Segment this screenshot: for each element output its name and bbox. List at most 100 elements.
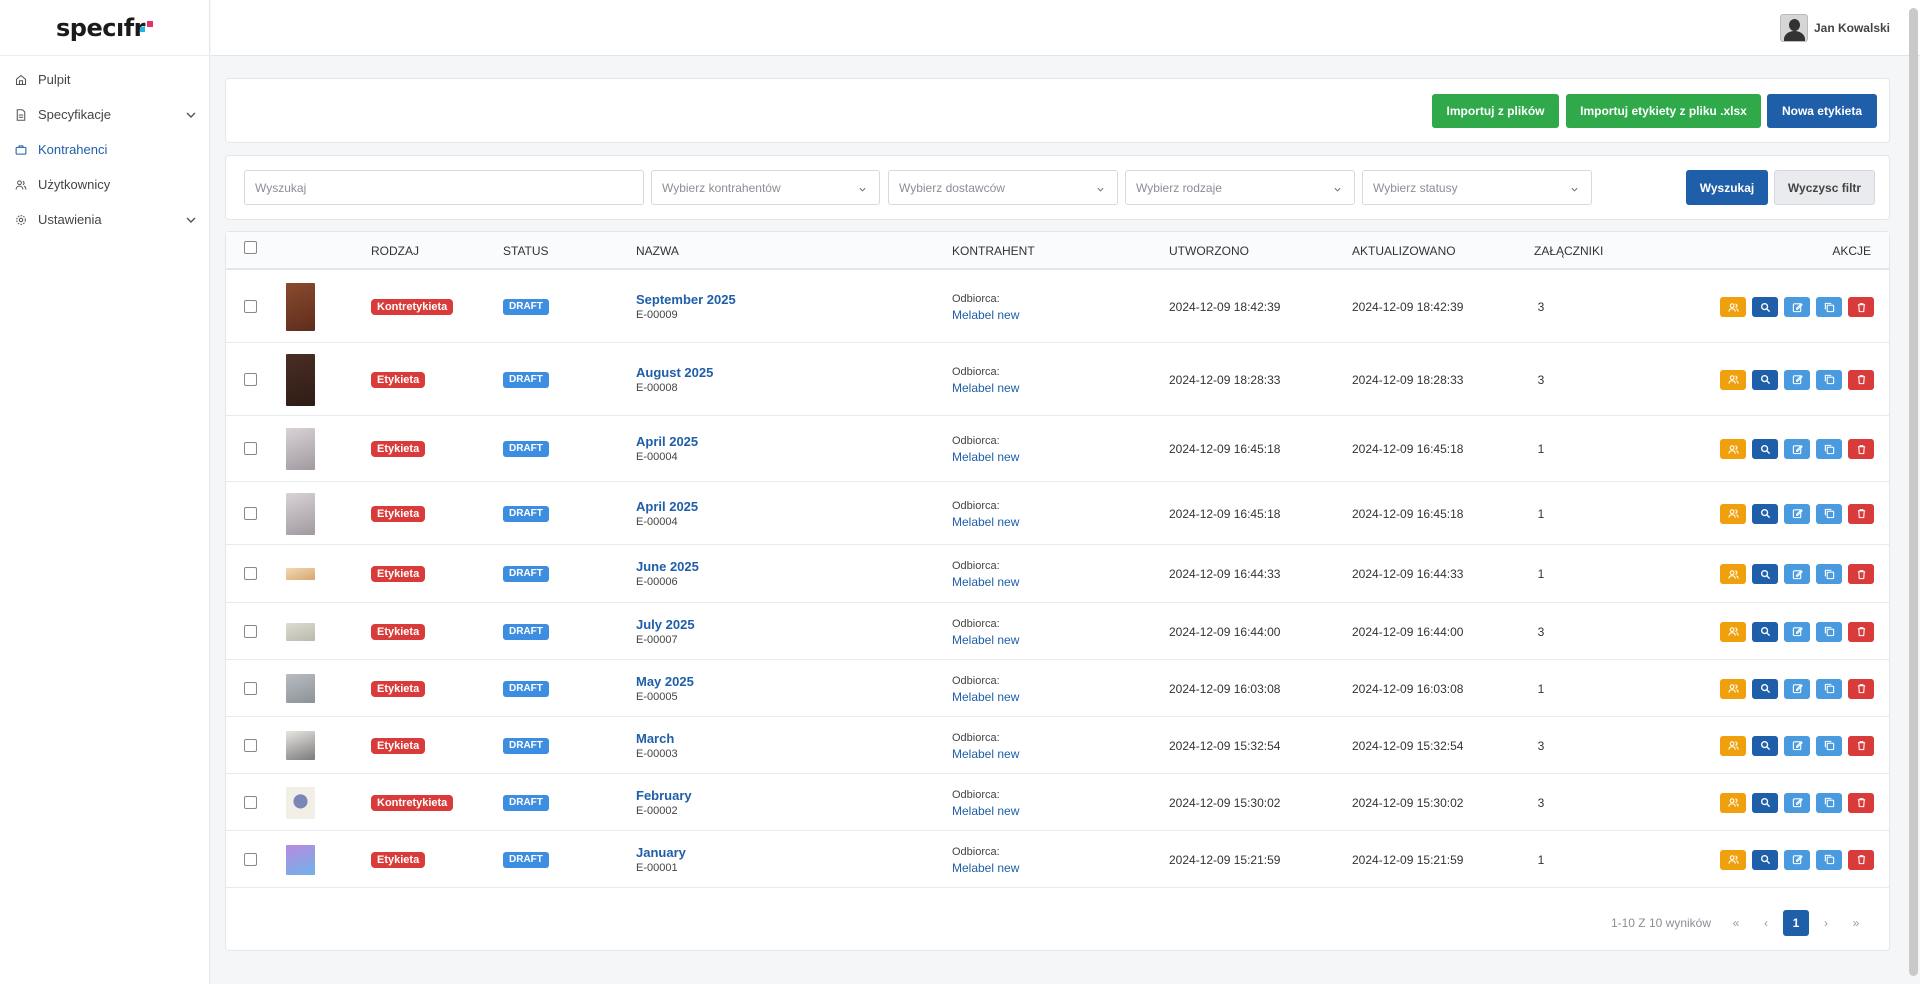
types-select[interactable]: Wybierz rodzaje	[1125, 170, 1355, 205]
contractor-link[interactable]: Melabel new	[952, 747, 1019, 761]
edit-button[interactable]	[1784, 735, 1810, 756]
label-thumbnail[interactable]	[286, 492, 315, 535]
label-thumbnail[interactable]	[286, 568, 315, 580]
chevron-down-icon[interactable]	[185, 109, 197, 121]
assign-users-button[interactable]	[1720, 503, 1746, 524]
delete-button[interactable]	[1848, 439, 1874, 459]
table-row[interactable]: Etykieta DRAFT June 2025 E-00006 Odbiorca: Me…	[226, 545, 1889, 603]
delete-button[interactable]	[1848, 564, 1874, 584]
pagination-last[interactable]: »	[1843, 910, 1869, 936]
assign-users-button[interactable]	[1720, 297, 1746, 317]
edit-button[interactable]	[1784, 503, 1810, 524]
label-name-link[interactable]: April 2025	[636, 434, 698, 449]
duplicate-button[interactable]	[1816, 735, 1842, 756]
suppliers-select[interactable]: Wybierz dostawców	[888, 170, 1118, 205]
assign-users-button[interactable]	[1720, 439, 1746, 459]
table-row[interactable]: Etykieta DRAFT May 2025 E-00005 Odbiorca: Mel…	[226, 660, 1889, 717]
pagination-first[interactable]: «	[1723, 910, 1749, 936]
label-name-link[interactable]: June 2025	[636, 559, 699, 574]
label-thumbnail[interactable]	[286, 428, 315, 470]
edit-button[interactable]	[1784, 297, 1810, 317]
column-header-created[interactable]: UTWORZONO	[1169, 244, 1249, 258]
edit-button[interactable]	[1784, 369, 1810, 390]
contractor-link[interactable]: Melabel new	[952, 861, 1019, 875]
edit-button[interactable]	[1784, 564, 1810, 584]
label-name-link[interactable]: September 2025	[636, 292, 736, 307]
row-checkbox[interactable]	[244, 624, 257, 638]
contractor-link[interactable]: Melabel new	[952, 515, 1019, 529]
label-name-link[interactable]: January	[636, 845, 686, 860]
new-label-button[interactable]: Nowa etykieta	[1767, 94, 1877, 128]
assign-users-button[interactable]	[1720, 792, 1746, 813]
table-row[interactable]: Etykieta DRAFT March E-00003 Odbiorca: Melabe…	[226, 717, 1889, 774]
label-name-link[interactable]: March	[636, 731, 674, 746]
assign-users-button[interactable]	[1720, 621, 1746, 642]
preview-button[interactable]	[1752, 369, 1778, 390]
page-scrollbar[interactable]	[1909, 8, 1918, 976]
assign-users-button[interactable]	[1720, 564, 1746, 584]
edit-button[interactable]	[1784, 849, 1810, 870]
duplicate-button[interactable]	[1816, 503, 1842, 524]
sidebar-item-ustawienia[interactable]: Ustawienia	[0, 202, 209, 237]
table-row[interactable]: Kontretykieta DRAFT September 2025 E-00009 O…	[226, 271, 1889, 343]
row-checkbox[interactable]	[244, 567, 257, 580]
row-checkbox[interactable]	[244, 506, 257, 520]
preview-button[interactable]	[1752, 849, 1778, 870]
duplicate-button[interactable]	[1816, 439, 1842, 459]
pagination-next[interactable]: ›	[1813, 910, 1839, 936]
row-checkbox[interactable]	[244, 681, 257, 695]
delete-button[interactable]	[1848, 849, 1874, 870]
contractor-link[interactable]: Melabel new	[952, 381, 1019, 395]
sidebar-item-pulpit[interactable]: Pulpit	[0, 62, 209, 97]
row-checkbox[interactable]	[244, 442, 257, 455]
preview-button[interactable]	[1752, 735, 1778, 756]
row-checkbox[interactable]	[244, 300, 257, 313]
delete-button[interactable]	[1848, 369, 1874, 390]
label-name-link[interactable]: August 2025	[636, 365, 713, 380]
table-row[interactable]: Etykieta DRAFT April 2025 E-00004 Odbiorca: M…	[226, 416, 1889, 482]
delete-button[interactable]	[1848, 503, 1874, 524]
contractors-select[interactable]: Wybierz kontrahentów	[651, 170, 880, 205]
duplicate-button[interactable]	[1816, 564, 1842, 584]
table-row[interactable]: Kontretykieta DRAFT February E-00002 Odbiorc…	[226, 774, 1889, 831]
label-thumbnail[interactable]	[286, 844, 315, 875]
label-name-link[interactable]: July 2025	[636, 617, 695, 632]
assign-users-button[interactable]	[1720, 369, 1746, 390]
sidebar-item-uzytkownicy[interactable]: Użytkownicy	[0, 167, 209, 202]
column-header-contractor[interactable]: KONTRAHENT	[952, 244, 1035, 258]
contractor-link[interactable]: Melabel new	[952, 804, 1019, 818]
row-checkbox[interactable]	[244, 372, 257, 386]
preview-button[interactable]	[1752, 503, 1778, 524]
label-thumbnail[interactable]	[286, 786, 315, 819]
preview-button[interactable]	[1752, 621, 1778, 642]
search-button[interactable]: Wyszukaj	[1686, 170, 1768, 205]
delete-button[interactable]	[1848, 621, 1874, 642]
duplicate-button[interactable]	[1816, 297, 1842, 317]
contractor-link[interactable]: Melabel new	[952, 575, 1019, 589]
row-checkbox[interactable]	[244, 795, 257, 809]
edit-button[interactable]	[1784, 621, 1810, 642]
edit-button[interactable]	[1784, 439, 1810, 459]
preview-button[interactable]	[1752, 678, 1778, 699]
label-thumbnail[interactable]	[286, 731, 315, 760]
contractor-link[interactable]: Melabel new	[952, 450, 1019, 464]
column-header-updated[interactable]: AKTUALIZOWANO	[1352, 244, 1456, 258]
statuses-select[interactable]: Wybierz statusy	[1362, 170, 1592, 205]
import-files-button[interactable]: Importuj z plików	[1432, 94, 1559, 128]
label-thumbnail[interactable]	[286, 283, 315, 331]
edit-button[interactable]	[1784, 792, 1810, 813]
user-menu[interactable]: Jan Kowalski	[1779, 14, 1890, 42]
pagination-current-page[interactable]: 1	[1783, 910, 1809, 936]
delete-button[interactable]	[1848, 735, 1874, 756]
label-name-link[interactable]: February	[636, 788, 692, 803]
table-row[interactable]: Etykieta DRAFT August 2025 E-00008 Odbiorca:…	[226, 343, 1889, 416]
edit-button[interactable]	[1784, 678, 1810, 699]
contractor-link[interactable]: Melabel new	[952, 308, 1019, 322]
search-input[interactable]: Wyszukaj	[244, 170, 644, 205]
column-header-status[interactable]: STATUS	[503, 244, 549, 258]
sidebar-item-kontrahenci[interactable]: Kontrahenci	[0, 132, 209, 167]
app-logo[interactable]: specıfr	[0, 0, 209, 56]
label-thumbnail[interactable]	[286, 622, 315, 641]
pagination-prev[interactable]: ‹	[1753, 910, 1779, 936]
duplicate-button[interactable]	[1816, 621, 1842, 642]
